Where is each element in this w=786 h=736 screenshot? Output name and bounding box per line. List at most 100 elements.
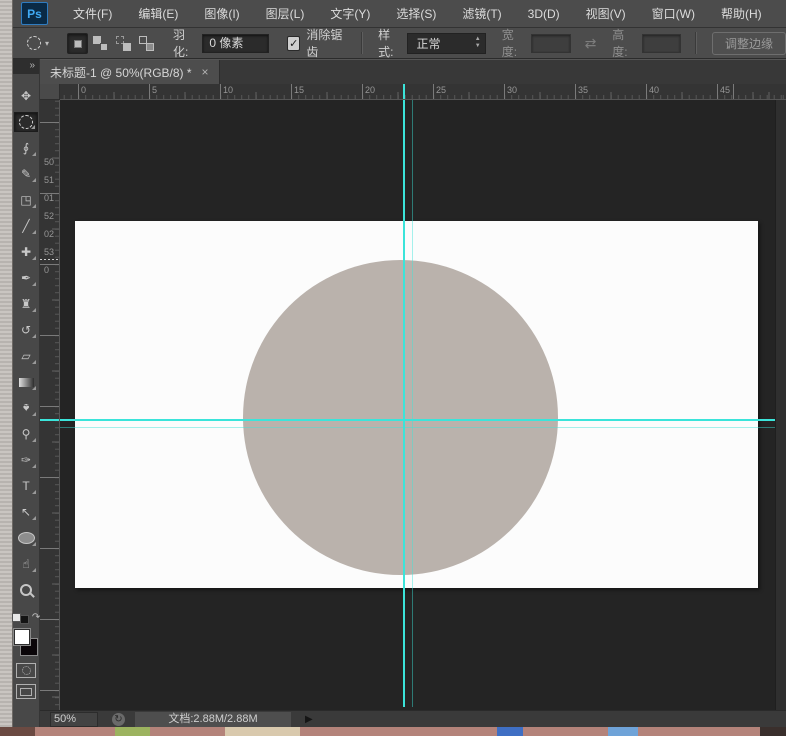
new-selection-button[interactable] <box>67 33 88 54</box>
taskbar-fragment <box>225 727 300 736</box>
collapse-panel-button[interactable]: » <box>13 59 39 74</box>
style-value: 正常 <box>416 35 440 52</box>
lasso-tool[interactable]: ∮ <box>14 138 38 158</box>
swap-colors-icon: ↷ <box>32 612 40 623</box>
document-canvas[interactable] <box>75 221 758 588</box>
style-dropdown[interactable]: 正常 ▲▼ <box>407 33 485 54</box>
horizontal-guide[interactable] <box>60 419 775 421</box>
antialias-checkbox[interactable]: ✓ <box>287 36 300 51</box>
ruler-label: 45 <box>717 85 786 95</box>
menu-item[interactable]: 帮助(H) <box>708 0 775 28</box>
intersect-selection-button[interactable] <box>136 33 157 54</box>
feather-label: 羽化: <box>173 26 196 60</box>
menu-item[interactable]: 选择(S) <box>383 0 449 28</box>
ellipse-tool[interactable] <box>14 528 38 548</box>
default-swap-colors[interactable]: ↷ <box>12 610 40 624</box>
save-status-icon: ↻ <box>112 713 125 726</box>
guide-marker <box>40 419 60 421</box>
taskbar-fragment <box>608 727 638 736</box>
canvas-viewport[interactable] <box>60 100 786 710</box>
eyedropper-tool[interactable]: ╱ <box>14 216 38 236</box>
chevron-down-icon: ▾ <box>45 39 49 48</box>
tool-preset-picker[interactable]: ▾ <box>23 34 53 52</box>
ruler-label: 25 <box>433 85 504 95</box>
separator <box>695 32 696 54</box>
clone-stamp-tool[interactable]: ♜ <box>14 294 38 314</box>
quick-selection-tool[interactable]: ✎ <box>14 164 38 184</box>
status-menu-arrow-icon[interactable]: ▶ <box>305 714 313 725</box>
menu-item[interactable]: 3D(D) <box>515 0 573 28</box>
menu-item[interactable]: 视图(V) <box>573 0 639 28</box>
gradient-tool[interactable] <box>14 372 38 392</box>
tool-options-bar: ▾ 羽化: 0 像素 ✓ 消除锯齿 样式: 正常 ▲▼ 宽度: <box>13 28 786 59</box>
menu-item[interactable]: 图像(I) <box>191 0 252 28</box>
photoshop-window: Ps 文件(F)编辑(E)图像(I)图层(L)文字(Y)选择(S)滤镜(T)3D… <box>0 0 786 736</box>
brush-tool[interactable]: ✒ <box>14 268 38 288</box>
close-tab-icon[interactable]: × <box>202 65 209 79</box>
drawn-circle[interactable] <box>243 260 558 575</box>
ruler-label: 30 <box>504 85 575 95</box>
move-tool[interactable]: ✥ <box>14 86 38 106</box>
menu-item[interactable]: 文件(F) <box>60 0 125 28</box>
vertical-guide-secondary[interactable] <box>412 100 413 707</box>
ruler-label: 35 <box>575 85 646 95</box>
zoom-level-field[interactable]: 50% <box>50 712 98 727</box>
height-input <box>642 34 682 53</box>
add-to-selection-button[interactable] <box>90 33 111 54</box>
horizontal-guide-secondary[interactable] <box>60 427 775 428</box>
separator <box>361 32 362 54</box>
status-bar: 50% ↻ 文档:2.88M/2.88M ▶ <box>40 710 786 727</box>
ruler-label: 15 <box>291 85 362 95</box>
guide-marker <box>403 84 405 100</box>
document-tab-title: 未标题-1 @ 50%(RGB/8) * <box>50 64 192 81</box>
taskbar-fragment <box>497 727 523 736</box>
hand-tool[interactable]: ☝ <box>14 554 38 574</box>
ruler-label: 0 <box>49 155 54 167</box>
vertical-guide[interactable] <box>403 100 405 707</box>
tools-panel: » ✥ ∮ ✎ ◳ ╱ ✚ ✒ ♜ <box>13 59 40 727</box>
photoshop-logo: Ps <box>21 2 48 25</box>
menu-item[interactable]: 滤镜(T) <box>449 0 514 28</box>
ruler-label: 40 <box>646 85 717 95</box>
document-size-info: 文档:2.88M/2.88M <box>135 712 291 727</box>
zoom-tool[interactable] <box>14 580 38 600</box>
vertical-scrollbar[interactable] <box>775 100 786 710</box>
height-label: 高度: <box>612 26 635 60</box>
selection-mode-group <box>67 33 157 54</box>
vertical-ruler[interactable]: 5051015202530 <box>40 100 60 710</box>
ruler-label: 0 <box>78 85 149 95</box>
width-label: 宽度: <box>502 26 525 60</box>
refine-edge-button: 调整边缘 <box>712 32 786 55</box>
type-tool[interactable]: T <box>14 476 38 496</box>
feather-input[interactable]: 0 像素 <box>202 34 269 53</box>
healing-brush-tool[interactable]: ✚ <box>14 242 38 262</box>
document-tab[interactable]: 未标题-1 @ 50%(RGB/8) * × <box>40 60 220 84</box>
quick-mask-button[interactable] <box>16 663 36 678</box>
menu-item[interactable]: 文字(Y) <box>317 0 383 28</box>
color-swatches <box>13 628 39 656</box>
subtract-from-selection-button[interactable] <box>113 33 134 54</box>
width-input <box>531 34 571 53</box>
history-brush-tool[interactable]: ↺ <box>14 320 38 340</box>
path-selection-tool[interactable]: ↖ <box>14 502 38 522</box>
dodge-tool[interactable]: ⚲ <box>14 424 38 444</box>
ruler-corner[interactable] <box>40 84 60 100</box>
ruler-label: 5 <box>149 85 220 95</box>
menu-item[interactable]: 编辑(E) <box>125 0 191 28</box>
screen-mode-button[interactable] <box>16 684 36 699</box>
horizontal-ruler[interactable]: 051015202530354045 <box>60 84 786 100</box>
cursor-position-marker <box>40 259 60 260</box>
ruler-label: 10 <box>220 85 291 95</box>
crop-tool[interactable]: ◳ <box>14 190 38 210</box>
pen-tool[interactable]: ✑ <box>14 450 38 470</box>
antialias-label: 消除锯齿 <box>306 26 347 60</box>
taskbar-sliver <box>0 727 786 736</box>
menu-item[interactable]: 窗口(W) <box>639 0 708 28</box>
eraser-tool[interactable]: ▱ <box>14 346 38 366</box>
elliptical-marquee-tool[interactable] <box>14 112 38 132</box>
foreground-color-swatch[interactable] <box>13 628 31 646</box>
menu-items: 文件(F)编辑(E)图像(I)图层(L)文字(Y)选择(S)滤镜(T)3D(D)… <box>60 0 775 28</box>
blur-tool[interactable]: ♠ <box>14 398 38 418</box>
menu-item[interactable]: 图层(L) <box>253 0 318 28</box>
swap-dimensions-icon: ⇄ <box>585 35 597 52</box>
